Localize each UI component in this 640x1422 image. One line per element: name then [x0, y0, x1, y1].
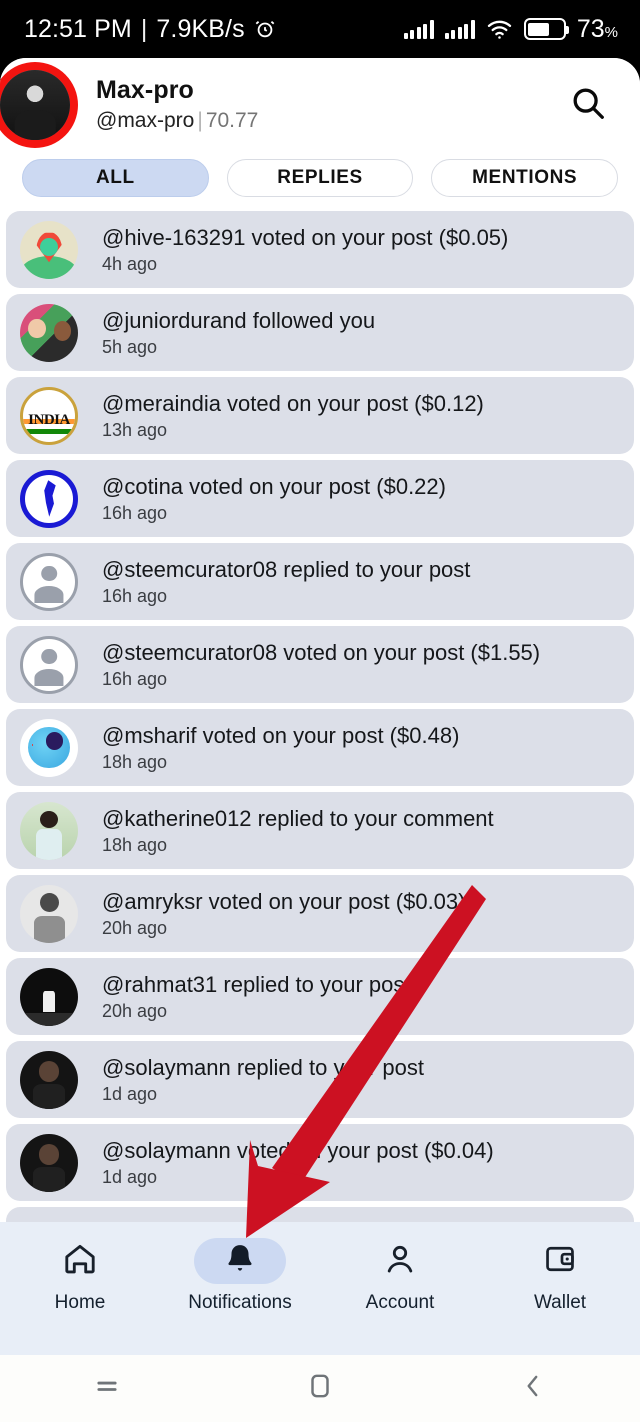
nav-item-wallet[interactable]: Wallet: [480, 1238, 640, 1314]
home-button[interactable]: [213, 1371, 426, 1406]
app-header: Max-pro @max-pro | 70.77: [0, 58, 640, 151]
profile-handle: @max-pro: [96, 108, 195, 132]
notification-time: 20h ago: [102, 918, 168, 939]
list-item[interactable]: @steemcurator08 replied to your post 16h…: [6, 543, 634, 620]
home-square-icon: [307, 1371, 333, 1406]
alarm-icon: [254, 18, 276, 40]
status-bar-clock: 12:51 PM: [24, 14, 132, 43]
notifications-list[interactable]: @hive-163291 voted on your post ($0.05) …: [0, 211, 640, 1222]
signal-bars-icon-2: [444, 19, 475, 39]
woman-photo-avatar: [20, 801, 78, 860]
list-item[interactable]: @solaymann replied to your post 1d ago: [6, 1041, 634, 1118]
location-pin-avatar: [20, 220, 78, 279]
battery-icon: [523, 18, 569, 40]
notification-text: @juniordurand followed you: [102, 307, 376, 333]
bottom-navigation-bar: Home Notifications Account Wallet: [0, 1222, 640, 1355]
status-bar-right: 73%: [403, 14, 618, 44]
south-america-map-avatar: [20, 469, 78, 528]
notification-text: @solaymann replied to your post: [102, 1054, 424, 1080]
nav-item-notifications[interactable]: Notifications: [160, 1238, 320, 1314]
tab-mentions[interactable]: MENTIONS: [431, 159, 619, 197]
wifi-icon: [486, 19, 513, 40]
list-item[interactable]: @rahmat31 replied to your post 20h ago: [6, 958, 634, 1035]
notification-time: 1d ago: [102, 1167, 158, 1188]
back-button[interactable]: [427, 1371, 640, 1406]
notification-text: @meraindia voted on your post ($0.12): [102, 390, 484, 416]
nav-item-account[interactable]: Account: [320, 1238, 480, 1314]
anonymous-person-avatar: [20, 552, 78, 611]
list-item[interactable]: [6, 1207, 634, 1222]
list-item[interactable]: @solaymann voted on your post ($0.04) 1d…: [6, 1124, 634, 1201]
list-item[interactable]: INDIA @meraindia voted on your post ($0.…: [6, 377, 634, 454]
bearded-man-avatar: [20, 1050, 78, 1109]
notification-text: @solaymann voted on your post ($0.04): [102, 1137, 494, 1163]
nav-label-account: Account: [365, 1292, 435, 1313]
tab-all[interactable]: ALL: [22, 159, 209, 197]
notification-text: @cotina voted on your post ($0.22): [102, 473, 446, 499]
notification-time: 16h ago: [102, 586, 168, 607]
list-item[interactable]: @katherine012 replied to your comment 18…: [6, 792, 634, 869]
nav-label-notifications: Notifications: [188, 1292, 292, 1313]
nav-label-wallet: Wallet: [533, 1292, 587, 1313]
notification-time: 16h ago: [102, 503, 168, 524]
nav-label-home: Home: [54, 1292, 106, 1313]
list-item[interactable]: @amryksr voted on your post ($0.03) 20h …: [6, 875, 634, 952]
astronaut-avatar: [20, 718, 78, 777]
system-status-bar: 12:51 PM | 7.9KB/s 73%: [0, 0, 640, 58]
list-item[interactable]: @hive-163291 voted on your post ($0.05) …: [6, 211, 634, 288]
notification-time: 18h ago: [102, 835, 168, 856]
handle-divider: |: [197, 108, 203, 132]
battery-percent: 73%: [576, 14, 618, 43]
recents-button[interactable]: [0, 1372, 213, 1405]
profile-identity: Max-pro @max-pro | 70.77: [96, 76, 562, 133]
notification-time: 1d ago: [102, 1084, 158, 1105]
notification-text: @msharif voted on your post ($0.48): [102, 722, 460, 748]
notification-time: 18h ago: [102, 752, 168, 773]
bw-portrait-avatar: [20, 884, 78, 943]
signal-bars-icon: [403, 19, 434, 39]
list-item[interactable]: @msharif voted on your post ($0.48) 18h …: [6, 709, 634, 786]
notification-text: @steemcurator08 replied to your post: [102, 556, 471, 582]
notification-text: @rahmat31 replied to your post: [102, 971, 411, 997]
list-item[interactable]: @cotina voted on your post ($0.22) 16h a…: [6, 460, 634, 537]
profile-handle-line: @max-pro | 70.77: [96, 109, 562, 133]
notification-time: 13h ago: [102, 420, 168, 441]
reputation-score: 70.77: [205, 108, 259, 132]
status-bar-network-speed: 7.9KB/s: [156, 14, 245, 43]
notification-time: 16h ago: [102, 669, 168, 690]
filter-tabs: ALL REPLIES MENTIONS: [0, 151, 640, 211]
back-chevron-icon: [520, 1371, 546, 1406]
notification-time: 5h ago: [102, 337, 158, 358]
bearded-man-avatar: [20, 1133, 78, 1192]
anonymous-person-avatar: [20, 635, 78, 694]
home-icon: [62, 1241, 98, 1282]
avatar[interactable]: [0, 61, 78, 148]
bell-icon: [223, 1242, 257, 1281]
page-title: Max-pro: [96, 76, 194, 105]
status-bar-separator: |: [140, 14, 148, 43]
notification-time: 20h ago: [102, 1001, 168, 1022]
person-icon: [382, 1241, 418, 1282]
couple-photo-avatar: [20, 303, 78, 362]
notification-time: 4h ago: [102, 254, 158, 275]
stage-photo-avatar: [20, 967, 78, 1026]
list-item[interactable]: @steemcurator08 voted on your post ($1.5…: [6, 626, 634, 703]
notification-text: @hive-163291 voted on your post ($0.05): [102, 224, 509, 250]
notification-text: @amryksr voted on your post ($0.03): [102, 888, 466, 914]
notification-text: @katherine012 replied to your comment: [102, 805, 494, 831]
search-button[interactable]: [562, 79, 614, 131]
list-item[interactable]: @juniordurand followed you 5h ago: [6, 294, 634, 371]
status-bar-left: 12:51 PM | 7.9KB/s: [24, 15, 276, 44]
android-system-nav: [0, 1355, 640, 1422]
recents-icon: [93, 1372, 121, 1405]
india-emblem-avatar: INDIA: [20, 386, 78, 445]
search-icon: [569, 84, 607, 125]
app-window: Max-pro @max-pro | 70.77 ALL REPLIES MENTI…: [0, 58, 640, 1355]
nav-item-home[interactable]: Home: [0, 1238, 160, 1314]
tab-replies[interactable]: REPLIES: [226, 159, 414, 197]
wallet-icon: [543, 1242, 577, 1281]
notification-text: @steemcurator08 voted on your post ($1.5…: [102, 639, 541, 665]
